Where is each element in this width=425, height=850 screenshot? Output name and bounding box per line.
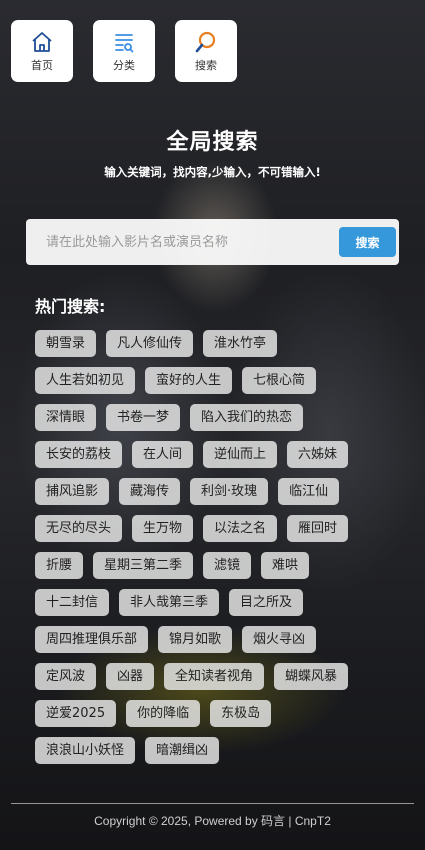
hot-search-tag[interactable]: 锦月如歌 [158,626,233,653]
hot-search-tag[interactable]: 定风波 [35,663,97,690]
hot-search-tag[interactable]: 无尽的尽头 [35,515,123,542]
hot-search-tag[interactable]: 生万物 [132,515,194,542]
search-bar: 搜索 [26,219,399,265]
hot-search-tag[interactable]: 凡人修仙传 [106,330,194,357]
hot-search-tag[interactable]: 周四推理俱乐部 [35,626,149,653]
hot-search-tags: 朝雪录 凡人修仙传 淮水竹亭人生若如初见 蛮好的人生 七根心简深情眼 书卷一梦 陷入我们的热… [35,330,375,764]
hot-search-tag[interactable]: 藏海传 [119,478,181,505]
nav-home-label: 首页 [31,58,53,72]
hot-search-tag[interactable]: 十二封信 [35,589,110,616]
hot-search-tag[interactable]: 朝雪录 [35,330,97,357]
hot-search-tag[interactable]: 难哄 [261,552,310,579]
hot-search-tag[interactable]: 陷入我们的热恋 [190,404,304,431]
hot-search-tag[interactable]: 六姊妹 [287,441,349,468]
hot-search-tag[interactable]: 蛮好的人生 [145,367,233,394]
hot-search-tag[interactable]: 目之所及 [229,589,304,616]
hot-search-tag[interactable]: 滤镜 [203,552,252,579]
page-subtitle: 输入关键词，找内容,少输入，不可错输入! [104,165,321,179]
home-icon [32,31,52,52]
hot-search-tag[interactable]: 蝴蝶风暴 [274,663,349,690]
hot-search-tag[interactable]: 全知读者视角 [164,663,265,690]
hot-search-tag[interactable]: 烟火寻凶 [242,626,317,653]
nav-category-button[interactable]: 分类 [93,20,155,82]
hot-search-tag[interactable]: 利剑·玫瑰 [190,478,269,505]
hot-search-tag[interactable]: 浪浪山小妖怪 [35,737,136,764]
search-button[interactable]: 搜索 [339,227,396,257]
hot-search-title: 热门搜索: [35,297,106,316]
hot-search-tag[interactable]: 凶器 [106,663,155,690]
search-input[interactable] [26,219,336,265]
search-icon [195,31,216,52]
hot-search-tag[interactable]: 深情眼 [35,404,97,431]
hot-search-tag[interactable]: 东极岛 [210,700,272,727]
nav-category-label: 分类 [113,58,135,72]
hot-search-tag[interactable]: 雁回时 [287,515,349,542]
hot-search-tag[interactable]: 非人哉第三季 [119,589,220,616]
top-nav: 首页 分类 搜索 [11,20,237,82]
hot-search-tag[interactable]: 以法之名 [203,515,278,542]
hot-search-tag[interactable]: 长安的荔枝 [35,441,123,468]
hot-search-tag[interactable]: 临江仙 [278,478,340,505]
hot-search-tag[interactable]: 在人间 [132,441,194,468]
hot-search-tag[interactable]: 七根心简 [242,367,317,394]
footer-copyright: Copyright © 2025, Powered by 码言 | CnpT2 [94,814,331,828]
hot-search-tag[interactable]: 逆仙而上 [203,441,278,468]
hot-search-tag[interactable]: 捕风追影 [35,478,110,505]
footer-divider [11,803,414,804]
nav-search-button[interactable]: 搜索 [175,20,237,82]
hot-search-tag[interactable]: 书卷一梦 [106,404,181,431]
hot-search-tag[interactable]: 星期三第二季 [93,552,194,579]
hot-search-tag[interactable]: 淮水竹亭 [203,330,278,357]
hot-search-tag[interactable]: 人生若如初见 [35,367,136,394]
hot-search-tag[interactable]: 逆爱2025 [35,700,117,727]
category-list-icon [115,33,134,52]
hot-search-tag[interactable]: 你的降临 [126,700,201,727]
hot-search-tag[interactable]: 暗潮缉凶 [145,737,220,764]
page-title: 全局搜索 [166,130,259,155]
nav-search-label: 搜索 [195,58,217,72]
hot-search-tag[interactable]: 折腰 [35,552,84,579]
nav-home-button[interactable]: 首页 [11,20,73,82]
